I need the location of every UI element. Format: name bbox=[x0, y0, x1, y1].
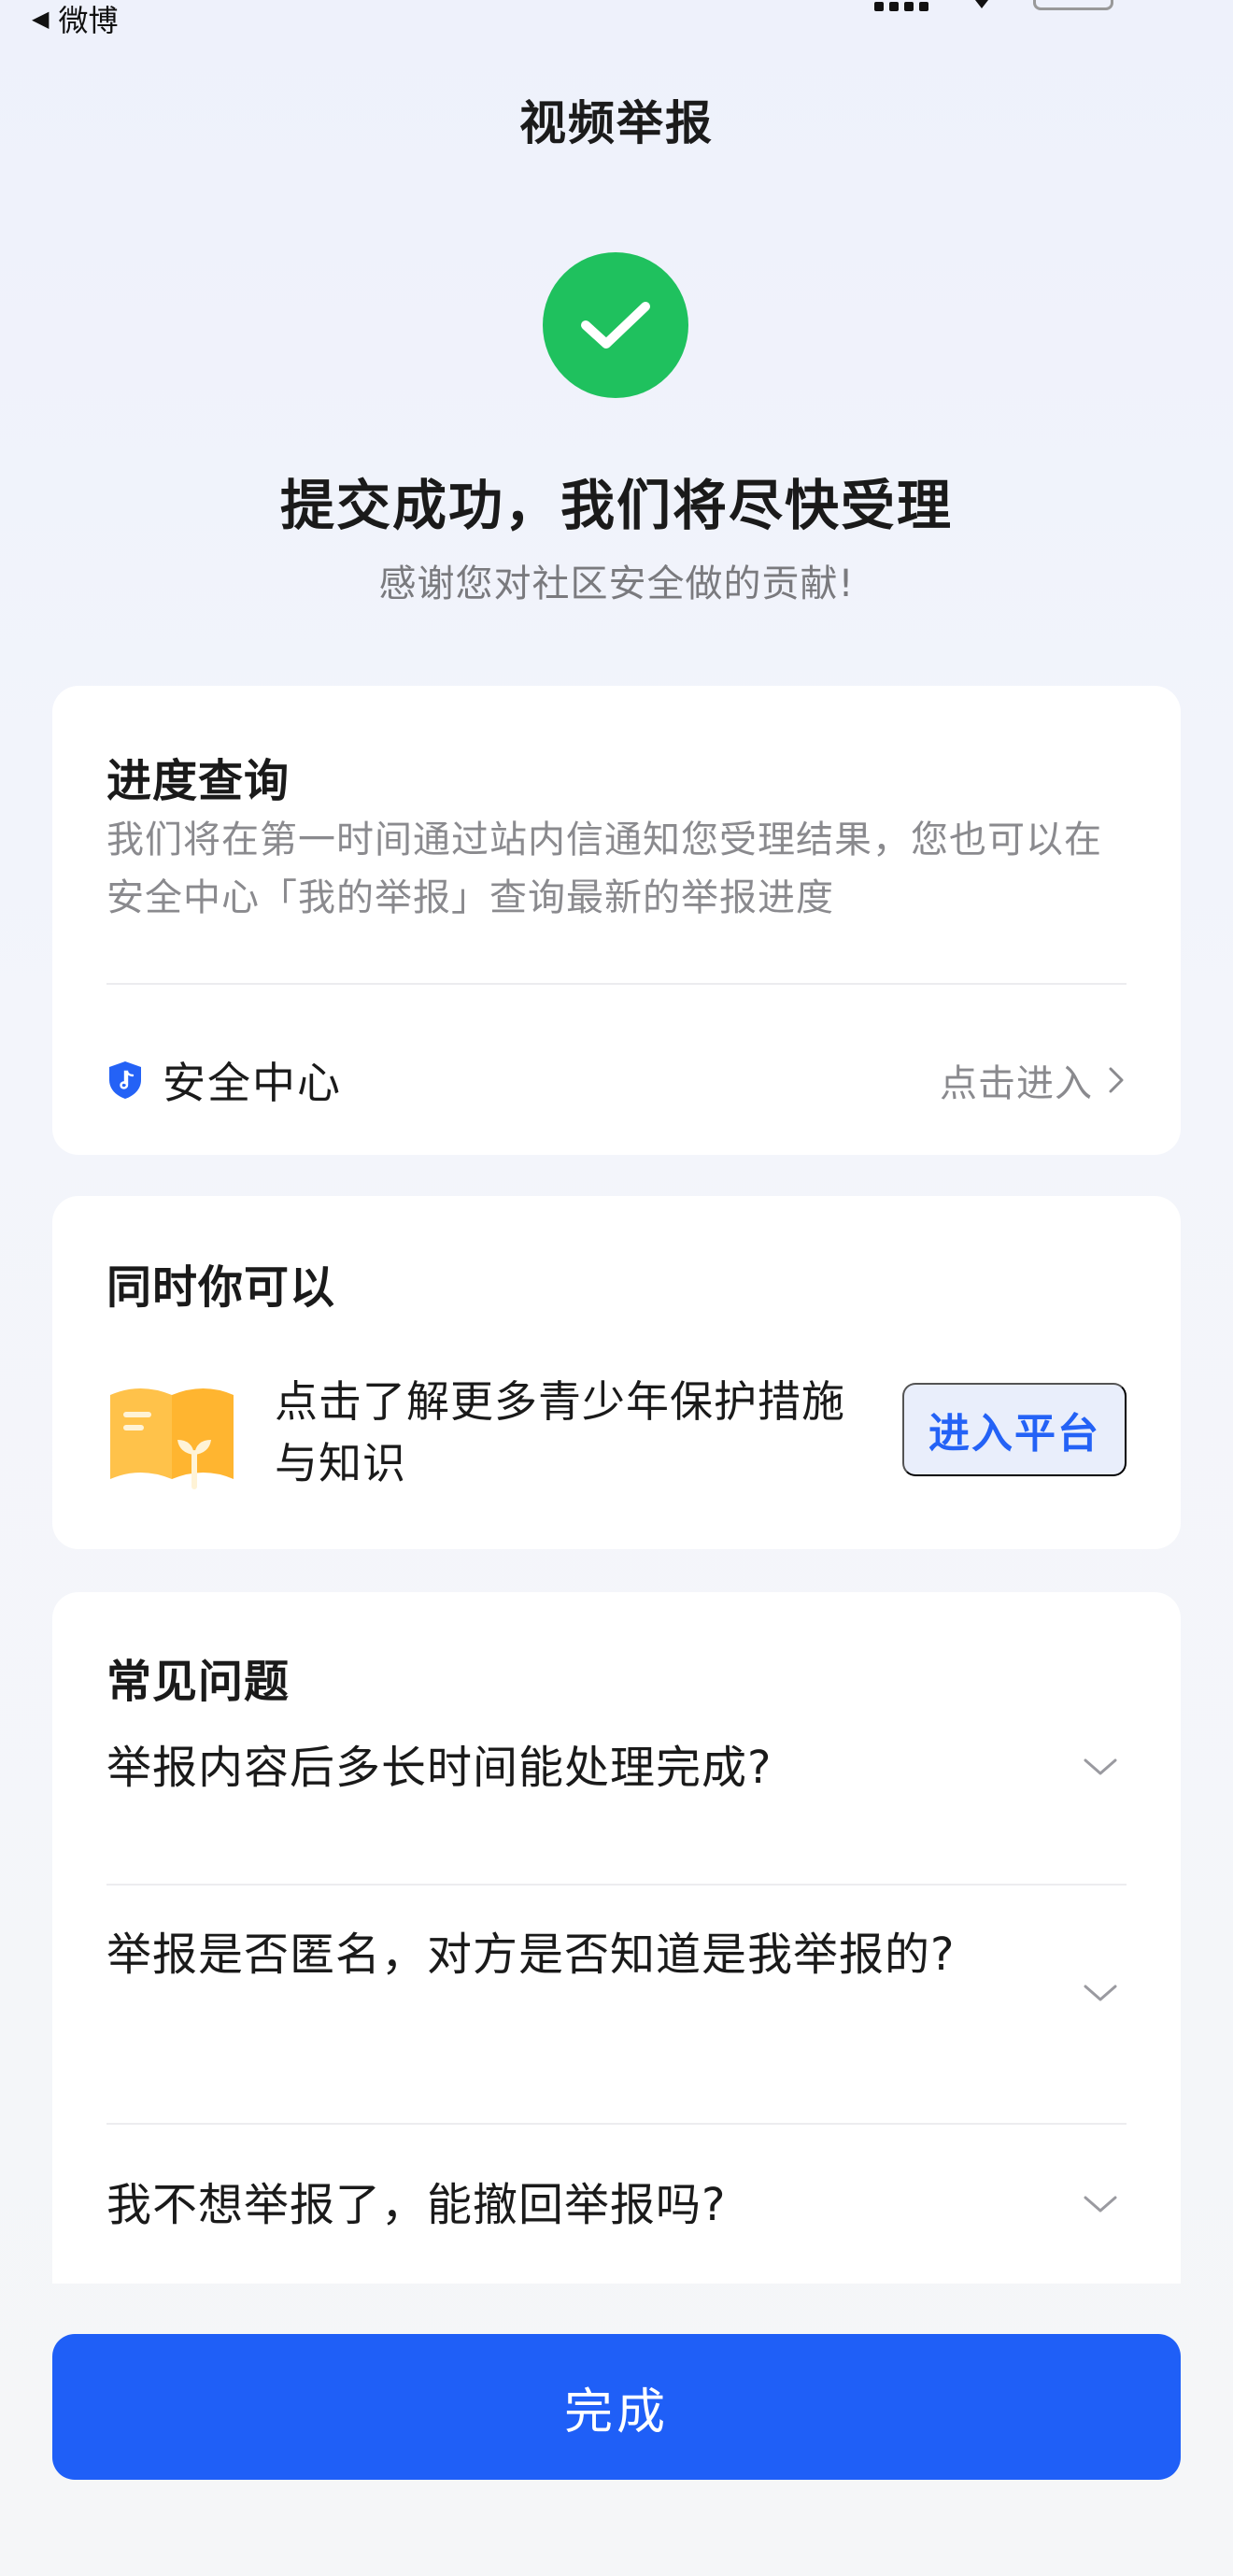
faq-card: 常见问题 举报内容后多长时间能处理完成? 举报是否匿名，对方是否知道是我举报的?… bbox=[52, 1592, 1181, 2284]
wifi-icon bbox=[975, 0, 988, 8]
success-headline: 提交成功，我们将尽快受理 bbox=[279, 474, 953, 537]
back-triangle-icon: ◀ bbox=[32, 6, 50, 32]
divider bbox=[106, 1884, 1127, 1886]
youth-protection-row: 点击了解更多青少年保护措施与知识 进入平台 bbox=[106, 1362, 1127, 1502]
progress-card-title: 进度查询 bbox=[106, 755, 291, 807]
back-app-label: 微博 bbox=[58, 3, 119, 38]
back-to-app-button[interactable]: ◀ 微博 bbox=[32, 0, 119, 38]
faq-question: 举报内容后多长时间能处理完成? bbox=[106, 1742, 772, 1794]
status-bar: ◀ 微博 bbox=[0, 0, 1233, 41]
progress-card: 进度查询 我们将在第一时间通过站内信通知您受理结果，您也可以在安全中心「我的举报… bbox=[52, 686, 1181, 1155]
chevron-down-icon bbox=[1084, 2196, 1117, 2213]
also-card-title: 同时你可以 bbox=[106, 1261, 336, 1314]
faq-item[interactable]: 我不想举报了，能撤回举报吗? bbox=[106, 2166, 1127, 2244]
promo-text: 点击了解更多青少年保护措施与知识 bbox=[275, 1376, 845, 1488]
safety-center-label: 安全中心 bbox=[163, 1058, 342, 1108]
divider bbox=[106, 983, 1127, 985]
divider bbox=[106, 2123, 1127, 2125]
chevron-right-icon bbox=[1109, 1067, 1124, 1093]
book-sprout-icon bbox=[110, 1388, 234, 1489]
faq-item[interactable]: 举报内容后多长时间能处理完成? bbox=[106, 1729, 1127, 1807]
chevron-down-icon bbox=[1084, 1985, 1117, 2001]
faq-card-title: 常见问题 bbox=[106, 1656, 291, 1708]
faq-question: 我不想举报了，能撤回举报吗? bbox=[106, 2179, 727, 2231]
shield-icon bbox=[109, 1061, 141, 1099]
faq-item[interactable]: 举报是否匿名，对方是否知道是我举报的? bbox=[106, 1915, 1127, 2001]
progress-description: 我们将在第一时间通过站内信通知您受理结果，您也可以在安全中心「我的举报」查询最新… bbox=[106, 818, 1102, 919]
faq-question: 举报是否匿名，对方是否知道是我举报的? bbox=[106, 1928, 956, 1981]
enter-platform-button[interactable]: 进入平台 bbox=[902, 1383, 1127, 1476]
page-title: 视频举报 bbox=[519, 96, 714, 150]
battery-icon bbox=[1033, 0, 1113, 10]
done-button[interactable]: 完成 bbox=[52, 2334, 1181, 2480]
safety-center-row[interactable]: 安全中心 点击进入 bbox=[106, 1033, 1127, 1127]
chevron-down-icon bbox=[1084, 1758, 1117, 1775]
also-card: 同时你可以 点击了解更多青少年保护措施与知识 进入平台 bbox=[52, 1196, 1181, 1549]
success-check-icon bbox=[543, 252, 688, 398]
signal-icon bbox=[874, 0, 928, 11]
enter-link[interactable]: 点击进入 bbox=[940, 1053, 1093, 1107]
success-subline: 感谢您对社区安全做的贡献! bbox=[378, 562, 855, 605]
